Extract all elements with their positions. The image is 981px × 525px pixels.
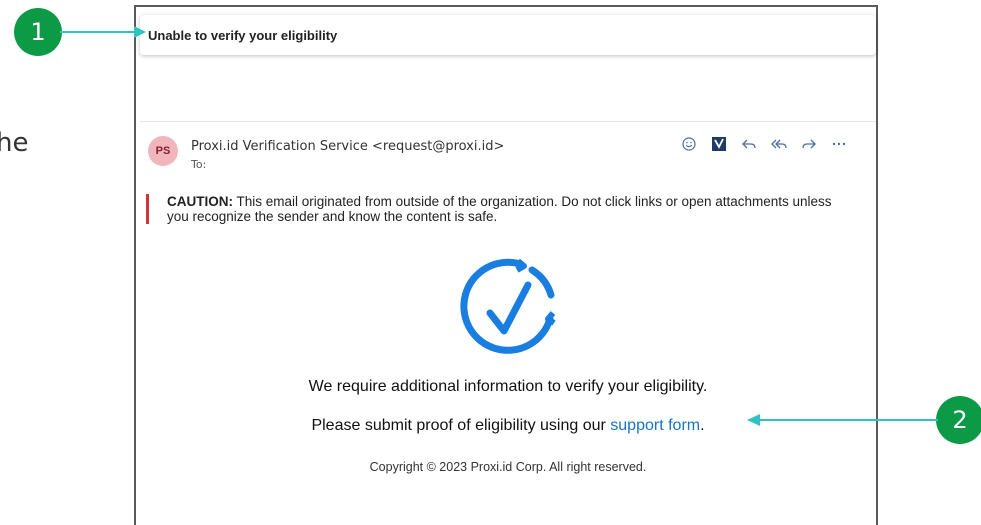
- checkmark-logo-icon: [458, 257, 558, 362]
- instruction-suffix: .: [700, 417, 705, 434]
- forward-icon[interactable]: [794, 131, 824, 157]
- instruction-prefix: Please submit proof of eligibility using…: [311, 417, 611, 434]
- caution-banner: CAUTION: This email originated from outs…: [146, 194, 857, 224]
- email-header-spacer: [140, 63, 876, 122]
- email-subject: Unable to verify your eligibility: [140, 15, 876, 55]
- sender-avatar[interactable]: PS: [148, 136, 178, 166]
- callout-badge-2: 2: [936, 396, 981, 444]
- email-window: Unable to verify your eligibility PS Pro…: [134, 5, 878, 525]
- sender-address[interactable]: Proxi.id Verification Service <request@p…: [191, 139, 504, 154]
- support-form-link[interactable]: support form: [610, 417, 700, 434]
- emoji-icon[interactable]: [674, 131, 704, 157]
- more-icon[interactable]: [824, 131, 854, 157]
- callout-badge-1: 1: [14, 8, 62, 56]
- callout-arrow-1: [60, 26, 146, 38]
- reply-icon[interactable]: [734, 131, 764, 157]
- forms-icon[interactable]: [704, 131, 734, 157]
- caution-label: CAUTION:: [167, 194, 233, 209]
- body-message: We require additional information to ver…: [308, 378, 708, 395]
- reply-all-icon[interactable]: [764, 131, 794, 157]
- recipient-label: To:: [191, 158, 207, 171]
- message-toolbar: [674, 131, 854, 157]
- copyright-notice: Copyright © 2023 Proxi.id Corp. All righ…: [369, 460, 647, 474]
- background-partial-text: he: [0, 128, 29, 158]
- caution-text: This email originated from outside of th…: [167, 194, 832, 224]
- callout-arrow-2: [747, 414, 938, 426]
